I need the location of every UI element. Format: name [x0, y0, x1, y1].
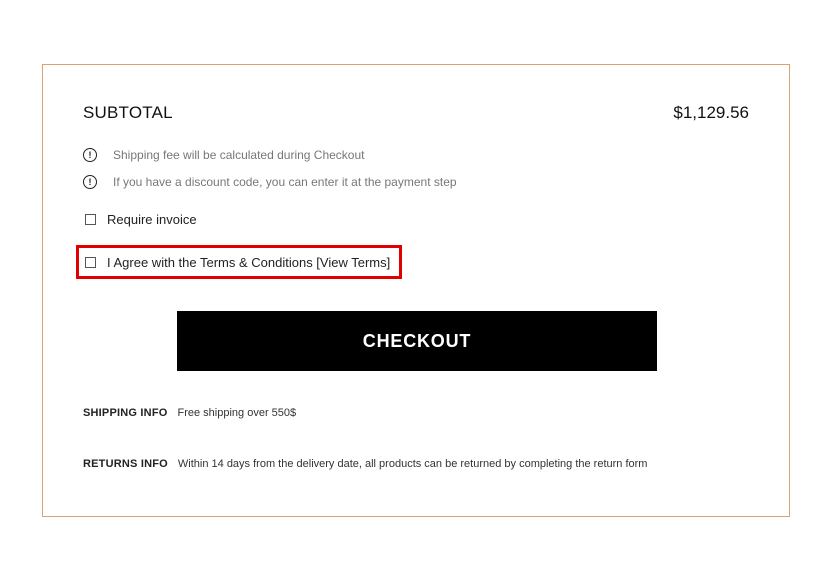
subtotal-label: SUBTOTAL: [83, 103, 173, 122]
shipping-info-text: Free shipping over 550$: [177, 407, 297, 419]
info-icon: !: [83, 148, 97, 162]
cart-summary-panel: SUBTOTAL $1,129.56 ! Shipping fee will b…: [42, 64, 790, 517]
terms-agreement-checkbox[interactable]: [85, 257, 96, 268]
returns-info-row: RETURNS INFO Within 14 days from the del…: [83, 458, 647, 470]
discount-code-note-text: If you have a discount code, you can ent…: [113, 175, 457, 189]
terms-agreement-row[interactable]: I Agree with the Terms & Conditions [Vie…: [85, 255, 390, 270]
discount-code-note: ! If you have a discount code, you can e…: [83, 175, 457, 189]
returns-info-text: Within 14 days from the delivery date, a…: [177, 458, 648, 470]
shipping-fee-note: ! Shipping fee will be calculated during…: [83, 148, 365, 162]
require-invoice-checkbox[interactable]: [85, 214, 96, 225]
require-invoice-label: Require invoice: [107, 212, 197, 227]
checkout-button[interactable]: CHECKOUT: [177, 311, 657, 371]
shipping-info-row: SHIPPING INFO Free shipping over 550$: [83, 407, 296, 419]
info-icon: !: [83, 175, 97, 189]
terms-agreement-label[interactable]: I Agree with the Terms & Conditions [Vie…: [107, 255, 390, 270]
returns-info-label: RETURNS INFO: [83, 458, 168, 470]
require-invoice-row[interactable]: Require invoice: [85, 212, 197, 227]
shipping-fee-note-text: Shipping fee will be calculated during C…: [113, 148, 365, 162]
subtotal-value: $1,129.56: [673, 103, 749, 122]
shipping-info-label: SHIPPING INFO: [83, 407, 168, 419]
